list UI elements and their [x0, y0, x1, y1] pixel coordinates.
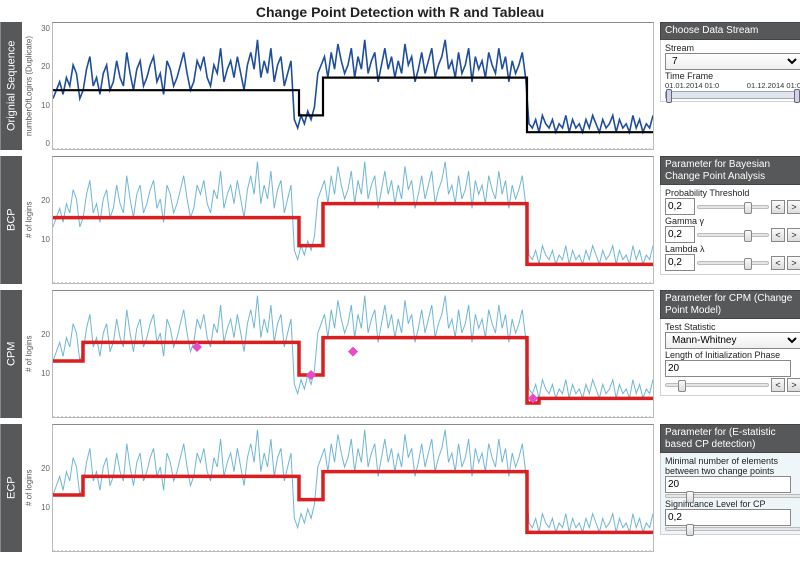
ytick: 10 — [38, 369, 50, 378]
bcp-lambda-slider[interactable] — [697, 261, 769, 265]
panel-ecp: ECP # of logins . 20 10 . — [0, 424, 654, 552]
yticks-ecp: . 20 10 . — [36, 424, 52, 552]
page-title: Change Point Detection with R and Tablea… — [0, 0, 800, 22]
ecp-min-input[interactable] — [665, 476, 791, 493]
yticks-original: 30 20 10 0 — [36, 22, 52, 150]
ytick: 10 — [38, 101, 50, 110]
bcp-prob-slider[interactable] — [697, 205, 769, 209]
panel-original: Orignial Sequence numberOfLogins (Duplic… — [0, 22, 654, 150]
bcp-lambda-label: Lambda λ — [665, 244, 800, 254]
side-ecp: Parameter for (E-statistic based CP dete… — [660, 424, 800, 552]
cpm-init-label: Length of Initialization Phase — [665, 350, 800, 360]
timeframe-from: 01.01.2014 01:0 — [665, 81, 719, 90]
next-icon[interactable]: > — [787, 378, 800, 392]
stream-select[interactable]: 7 — [665, 53, 800, 70]
bcp-gamma-label: Gamma γ — [665, 216, 800, 226]
ytick: 20 — [38, 330, 50, 339]
ecp-sig-slider[interactable] — [665, 527, 800, 531]
yticks-bcp: . 20 10 . — [36, 156, 52, 284]
ylabel-bcp: # of logins — [22, 156, 36, 284]
panel-label-original: Orignial Sequence — [0, 22, 22, 150]
cpm-test-select[interactable]: Mann-Whitney — [665, 332, 800, 349]
panel-bcp: BCP # of logins . 20 10 . — [0, 156, 654, 284]
ytick: 30 — [38, 24, 50, 33]
prev-icon[interactable]: < — [771, 228, 785, 242]
cpm-test-label: Test Statistic — [665, 322, 800, 332]
next-icon[interactable]: > — [787, 256, 800, 270]
side-stream: Choose Data Stream Stream 7 Time Frame 0… — [660, 22, 800, 150]
ytick: 20 — [38, 464, 50, 473]
plot-cpm[interactable] — [52, 290, 654, 418]
side-bcp: Parameter for Bayesian Change Point Anal… — [660, 156, 800, 284]
next-icon[interactable]: > — [787, 200, 800, 214]
timeframe-slider[interactable] — [665, 91, 800, 99]
timeframe-label: Time Frame — [665, 71, 800, 81]
prev-icon[interactable]: < — [771, 200, 785, 214]
ylabel-ecp: # of logins — [22, 424, 36, 552]
ytick: 10 — [38, 235, 50, 244]
side-ecp-hdr: Parameter for (E-statistic based CP dete… — [660, 424, 800, 453]
timeframe-to: 01.12.2014 01:0 — [747, 81, 800, 90]
panel-label-cpm: CPM — [0, 290, 22, 418]
cpm-init-input[interactable] — [665, 360, 791, 377]
next-icon[interactable]: > — [787, 228, 800, 242]
bcp-gamma-input[interactable] — [665, 226, 695, 243]
ylabel-cpm: # of logins — [22, 290, 36, 418]
cpm-init-slider[interactable] — [665, 383, 769, 387]
stream-label: Stream — [665, 43, 800, 53]
bcp-prob-input[interactable] — [665, 198, 695, 215]
bcp-prob-label: Probability Threshold — [665, 188, 800, 198]
ytick: 20 — [38, 196, 50, 205]
panel-label-bcp: BCP — [0, 156, 22, 284]
plot-bcp[interactable] — [52, 156, 654, 284]
ytick: 0 — [38, 139, 50, 148]
side-cpm: Parameter for CPM (Change Point Model) T… — [660, 290, 800, 418]
bcp-gamma-slider[interactable] — [697, 233, 769, 237]
side-cpm-hdr: Parameter for CPM (Change Point Model) — [660, 290, 800, 319]
ecp-min-label: Minimal number of elements between two c… — [665, 456, 800, 476]
side-bcp-hdr: Parameter for Bayesian Change Point Anal… — [660, 156, 800, 185]
ylabel-original: numberOfLogins (Duplicate) — [22, 22, 36, 150]
panel-cpm: CPM # of logins . 20 10 . — [0, 290, 654, 418]
prev-icon[interactable]: < — [771, 256, 785, 270]
ytick: 10 — [38, 503, 50, 512]
ytick: 20 — [38, 62, 50, 71]
prev-icon[interactable]: < — [771, 378, 785, 392]
bcp-lambda-input[interactable] — [665, 254, 695, 271]
side-stream-hdr: Choose Data Stream — [660, 22, 800, 40]
plot-ecp[interactable] — [52, 424, 654, 552]
panel-label-ecp: ECP — [0, 424, 22, 552]
yticks-cpm: . 20 10 . — [36, 290, 52, 418]
plot-original[interactable] — [52, 22, 654, 150]
ecp-min-slider[interactable] — [665, 494, 800, 498]
ecp-sig-input[interactable] — [665, 509, 791, 526]
